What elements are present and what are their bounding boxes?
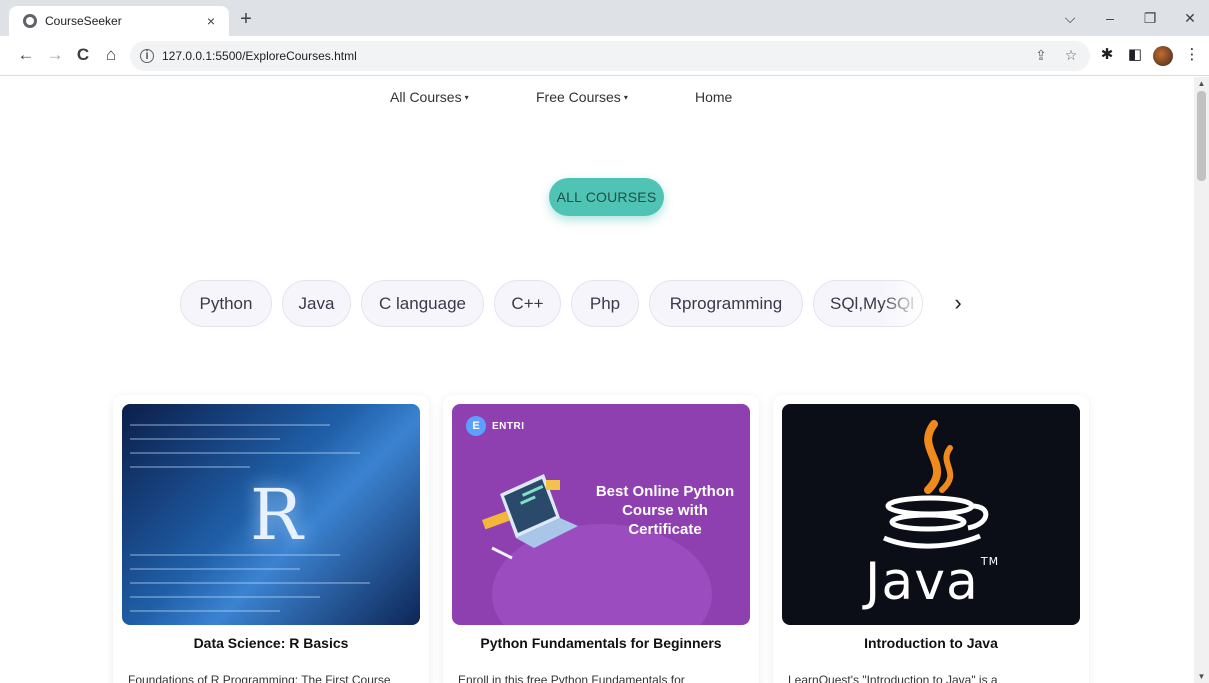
globe-icon xyxy=(23,14,37,28)
category-chip-sql[interactable]: SQl,MySQl xyxy=(813,280,923,327)
extensions-puzzle-icon[interactable]: ✱ xyxy=(1098,46,1116,64)
chevron-right-icon[interactable]: › xyxy=(950,290,966,316)
scroll-up-icon[interactable]: ▲ xyxy=(1194,79,1209,88)
address-bar[interactable]: i 127.0.0.1:5500/ExploreCourses.html ⇪ ☆ xyxy=(130,41,1090,71)
entri-logo-mark: E xyxy=(466,416,486,436)
close-window-icon[interactable]: ✕ xyxy=(1180,10,1200,26)
course-thumbnail-java: Java TM xyxy=(782,404,1080,625)
scrollbar-thumb[interactable] xyxy=(1197,91,1206,181)
tab-close-icon[interactable]: × xyxy=(203,13,219,29)
course-card-java[interactable]: Java TM Introduction to Java LearnQuest's… xyxy=(773,395,1089,683)
entri-logo-text: ENTRI xyxy=(492,420,525,432)
nav-free-courses-label: Free Courses xyxy=(536,89,621,105)
course-title: Introduction to Java xyxy=(864,635,998,651)
nav-home-label: Home xyxy=(695,89,733,105)
course-card-r[interactable]: R Data Science: R Basics Foundations of … xyxy=(113,395,429,683)
minimize-icon[interactable]: – xyxy=(1100,10,1120,26)
nav-all-courses-label: All Courses xyxy=(390,89,462,105)
browser-toolbar: ← → C ⌂ i 127.0.0.1:5500/ExploreCourses.… xyxy=(0,36,1209,76)
browser-window: CourseSeeker × + ⌵ – ❐ ✕ ← → C ⌂ i 127.0… xyxy=(0,0,1209,683)
forward-icon[interactable]: → xyxy=(45,45,65,65)
bookmark-star-icon[interactable]: ☆ xyxy=(1062,47,1080,64)
tab-search-icon[interactable]: ⌵ xyxy=(1060,10,1080,26)
category-chip-python[interactable]: Python xyxy=(180,280,272,327)
course-description: LearnQuest's "Introduction to Java" is a xyxy=(788,673,998,683)
category-chip-java[interactable]: Java xyxy=(282,280,351,327)
nav-home[interactable]: Home xyxy=(695,89,732,105)
category-chip-rprogramming[interactable]: Rprogramming xyxy=(649,280,803,327)
tab-title: CourseSeeker xyxy=(45,14,122,28)
reload-icon[interactable]: C xyxy=(73,45,93,65)
course-description: Enroll in this free Python Fundamentals … xyxy=(458,673,685,683)
category-chip-c-language[interactable]: C language xyxy=(361,280,484,327)
restore-icon[interactable]: ❐ xyxy=(1140,10,1160,26)
course-thumbnail-r: R xyxy=(122,404,420,625)
page-scrollbar[interactable]: ▲ ▼ xyxy=(1194,77,1209,683)
new-tab-icon[interactable]: + xyxy=(236,9,256,29)
course-title: Python Fundamentals for Beginners xyxy=(480,635,722,651)
tab-strip: CourseSeeker × + ⌵ – ❐ ✕ xyxy=(0,0,1209,36)
course-card-python[interactable]: E ENTRI Best Online Python Course with C… xyxy=(443,395,759,683)
back-icon[interactable]: ← xyxy=(16,45,36,65)
category-chip-cpp[interactable]: C++ xyxy=(494,280,561,327)
url-text: 127.0.0.1:5500/ExploreCourses.html xyxy=(162,49,357,63)
side-panel-icon[interactable]: ◧ xyxy=(1126,46,1144,64)
nav-all-courses[interactable]: All Courses ▾ xyxy=(390,89,469,105)
page-viewport: All Courses ▾ Free Courses ▾ Home ALL COUR… xyxy=(0,77,1209,683)
course-thumbnail-python: E ENTRI Best Online Python Course with C… xyxy=(452,404,750,625)
java-logo-text: Java TM xyxy=(865,552,1000,612)
laptop-illustration-icon xyxy=(482,474,578,560)
caret-down-icon: ▾ xyxy=(464,93,469,102)
home-icon[interactable]: ⌂ xyxy=(101,45,121,65)
caret-down-icon: ▾ xyxy=(623,93,628,102)
share-icon[interactable]: ⇪ xyxy=(1032,47,1050,64)
profile-avatar[interactable] xyxy=(1153,46,1173,66)
all-courses-button[interactable]: ALL COURSES xyxy=(549,178,664,216)
category-chip-php[interactable]: Php xyxy=(571,280,639,327)
scroll-down-icon[interactable]: ▼ xyxy=(1194,672,1209,681)
r-logo-letter: R xyxy=(250,474,303,556)
nav-free-courses[interactable]: Free Courses ▾ xyxy=(536,89,628,105)
python-thumbnail-heading: Best Online Python Course with Certifica… xyxy=(595,483,735,538)
course-title: Data Science: R Basics xyxy=(193,635,349,651)
browser-menu-icon[interactable]: ⋮ xyxy=(1183,46,1201,64)
browser-tab[interactable]: CourseSeeker × xyxy=(9,6,229,36)
site-info-icon[interactable]: i xyxy=(140,49,154,63)
java-coffee-cup-icon xyxy=(883,420,989,549)
entri-logo: E ENTRI xyxy=(466,416,525,436)
course-description: Foundations of R Programming: The First … xyxy=(128,673,391,683)
